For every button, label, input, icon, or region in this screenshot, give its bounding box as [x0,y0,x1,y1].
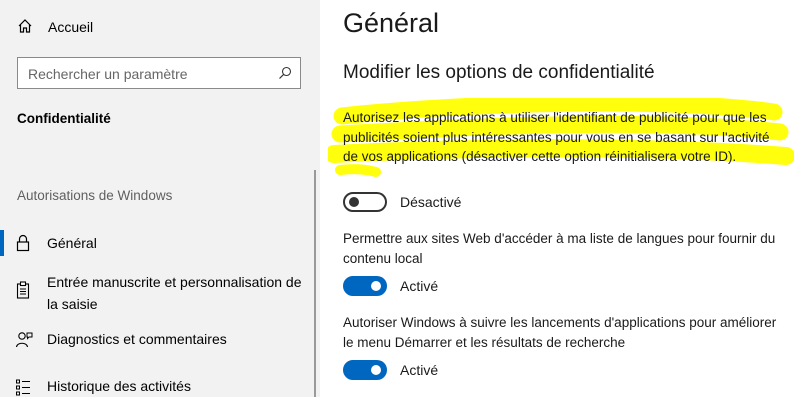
search-input[interactable]: Rechercher un paramètre [17,57,301,89]
page-title: Général [343,8,440,38]
app-launch-tracking-toggle[interactable] [343,360,387,380]
sidebar-item-general[interactable]: Général [0,232,318,256]
home-icon [18,19,32,33]
language-list-state: Activé [400,278,439,294]
language-list-description: Permettre aux sites Web d'accéder à ma l… [343,231,776,266]
toggle-knob [349,197,359,207]
sidebar-item-label: Diagnostics et commentaires [47,331,227,347]
sidebar-scrollbar[interactable] [314,170,316,397]
sidebar-item-diagnostics[interactable]: Diagnostics et commentaires [0,328,318,352]
app-launch-tracking-state: Activé [400,362,439,378]
lock-icon [16,234,30,252]
language-list-toggle[interactable] [343,276,387,296]
activity-history-icon [16,379,30,396]
advertising-id-description: Autorisez les applications à utiliser l'… [343,110,770,164]
app-launch-tracking-description: Autoriser Windows à suivre les lancement… [343,315,777,350]
sidebar-item-activity-history[interactable]: Historique des activités [0,375,318,399]
search-placeholder: Rechercher un paramètre [28,66,188,82]
toggle-knob [371,281,381,291]
section-title: Confidentialité [17,111,111,126]
group-title: Autorisations de Windows [17,188,173,203]
section-subtitle: Modifier les options de confidentialité [343,62,655,83]
sidebar-item-label: Général [47,235,97,251]
advertising-id-toggle[interactable] [343,192,387,212]
clipboard-icon [16,281,30,299]
sidebar-item-inking-typing[interactable]: Entrée manuscrite et personnalisation de… [0,271,318,315]
search-icon[interactable] [278,66,292,80]
advertising-id-state: Désactivé [400,194,462,210]
home-nav-item[interactable]: Accueil [0,12,300,42]
sidebar: Accueil Rechercher un paramètre Confiden… [0,0,320,397]
feedback-person-icon [15,332,33,348]
sidebar-item-label: Entrée manuscrite et personnalisation de… [47,274,302,312]
sidebar-item-label: Historique des activités [47,378,191,394]
home-label: Accueil [48,19,94,35]
main-content: Général Modifier les options de confiden… [320,0,799,397]
toggle-knob [371,365,381,375]
